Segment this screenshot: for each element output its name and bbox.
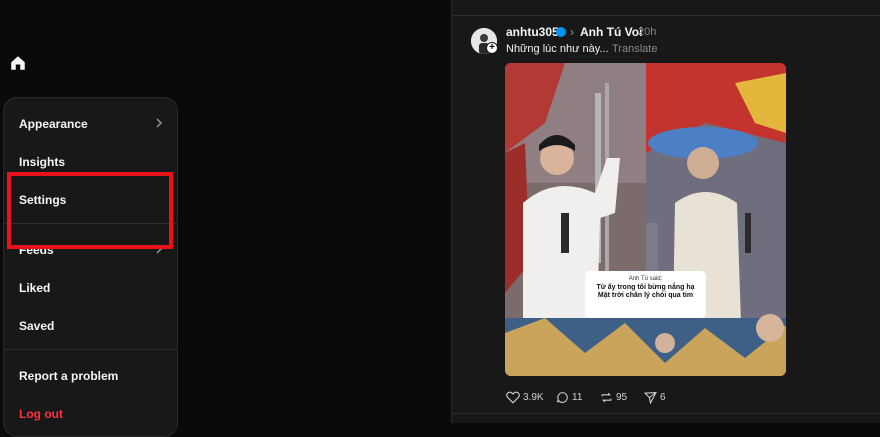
more-menu: Appearance Insights Settings Feeds Liked… — [3, 97, 178, 437]
feed-panel: + anhtu305 › Anh Tú Voi 20h Những lúc nh… — [451, 0, 880, 423]
post-divider — [452, 15, 880, 16]
menu-item-logout[interactable]: Log out — [19, 407, 63, 421]
post-timestamp: 20h — [638, 26, 657, 38]
post-image[interactable]: Anh Tú said: Từ ấy trong tôi bừng nắng h… — [505, 63, 786, 376]
highlight-box — [7, 172, 173, 249]
menu-item-report-problem[interactable]: Report a problem — [19, 369, 118, 383]
menu-item-liked[interactable]: Liked — [19, 281, 50, 295]
quote-line-2: Mặt trời chân lý chói qua tim — [597, 292, 694, 299]
chevron-right-icon — [156, 118, 162, 128]
like-button[interactable]: 3.9K — [506, 390, 544, 404]
repost-icon — [601, 392, 612, 402]
quote-line-1: Từ ấy trong tôi bừng nắng hạ — [596, 284, 695, 291]
repost-button[interactable]: 95 — [600, 390, 627, 404]
comment-button[interactable]: 11 — [556, 390, 582, 404]
post-username[interactable]: anhtu305 — [506, 25, 559, 39]
post-community[interactable]: Anh Tú Voi — [580, 25, 642, 39]
verified-badge-icon — [556, 27, 566, 37]
send-icon — [644, 391, 657, 404]
menu-item-insights[interactable]: Insights — [19, 155, 65, 169]
repost-count: 95 — [616, 391, 628, 403]
heart-icon — [506, 391, 520, 404]
post-divider — [452, 413, 880, 414]
comment-count: 11 — [572, 391, 583, 403]
comment-icon — [557, 391, 568, 403]
share-button[interactable]: 6 — [644, 390, 666, 404]
menu-item-appearance[interactable]: Appearance — [19, 117, 88, 131]
home-icon[interactable] — [9, 54, 27, 72]
follow-plus-icon[interactable]: + — [486, 42, 498, 54]
chevron-right-icon: › — [570, 25, 574, 39]
translate-link[interactable]: Translate — [612, 43, 657, 55]
like-count: 3.9K — [523, 391, 544, 403]
quote-card: Anh Tú said: Từ ấy trong tôi bừng nắng h… — [585, 271, 706, 318]
menu-divider — [4, 349, 177, 350]
menu-item-saved[interactable]: Saved — [19, 319, 54, 333]
post-caption: Những lúc như này... — [506, 43, 609, 55]
quote-author: Anh Tú said: — [628, 276, 663, 282]
share-count: 6 — [660, 391, 666, 403]
